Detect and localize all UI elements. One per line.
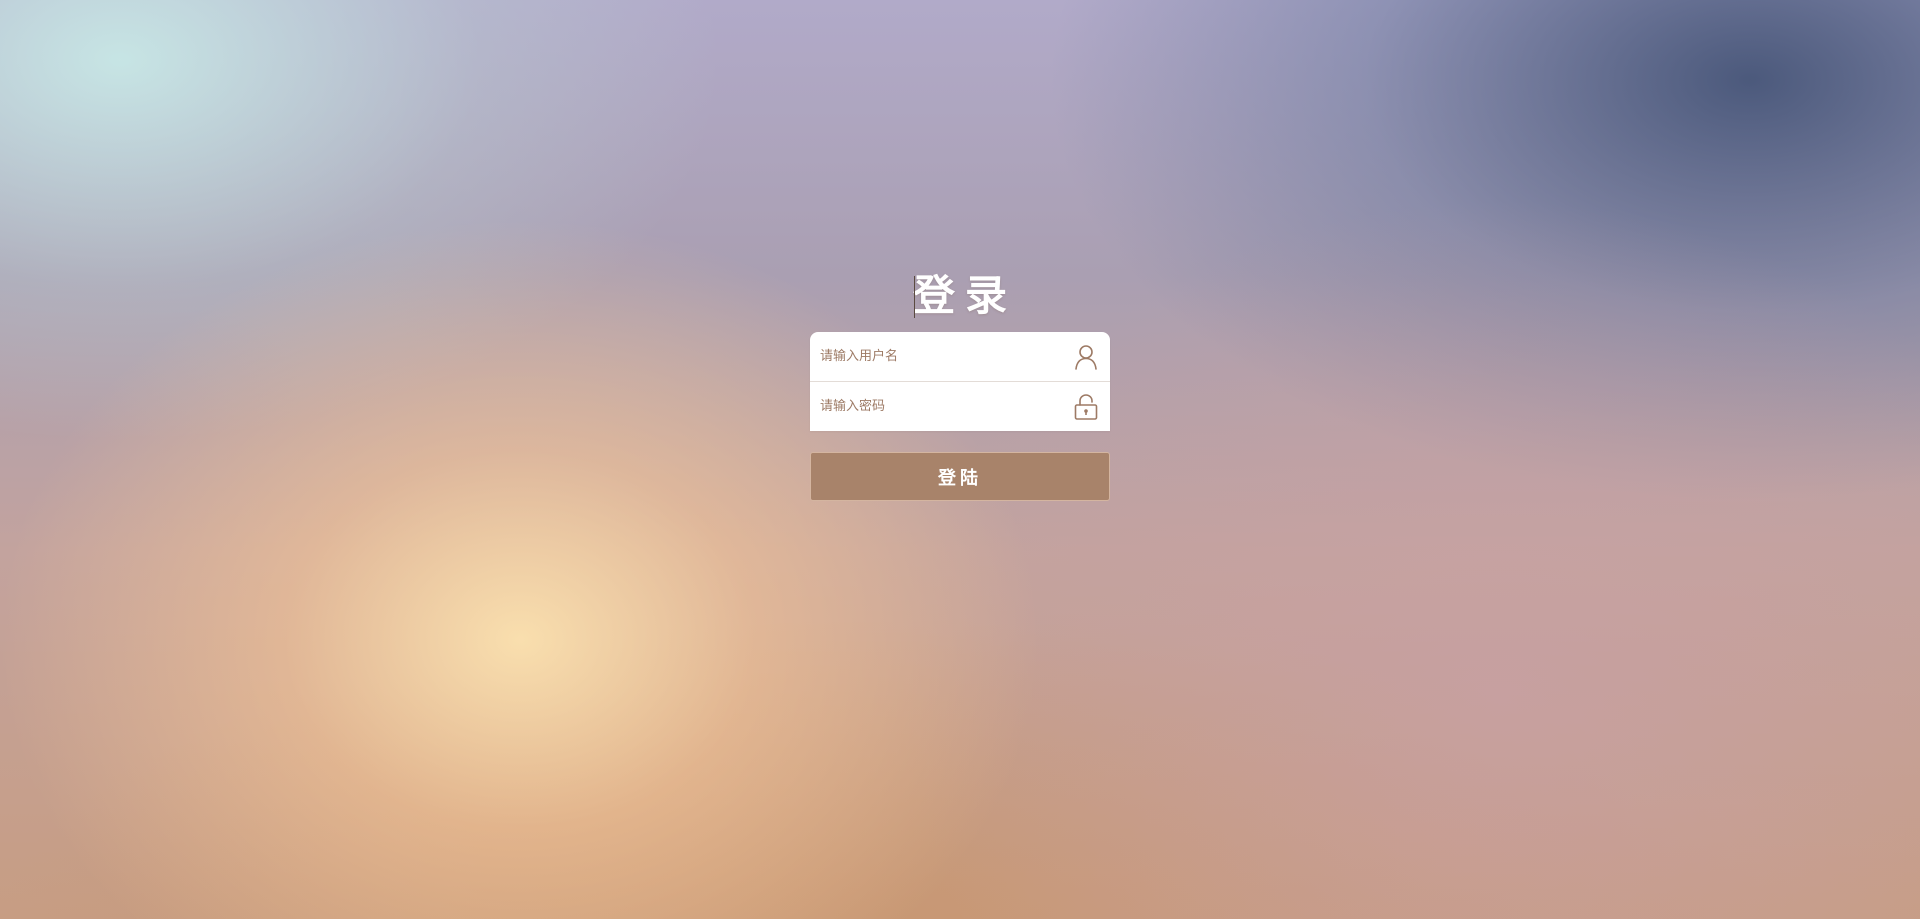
login-panel: 登录 登陆	[810, 268, 1110, 501]
user-icon	[1074, 343, 1098, 371]
login-form-fields	[810, 332, 1110, 431]
login-title: 登录	[912, 271, 1017, 320]
username-input[interactable]	[810, 332, 1060, 381]
username-field-row	[810, 332, 1110, 381]
password-input[interactable]	[810, 382, 1060, 431]
login-button[interactable]: 登陆	[810, 452, 1110, 501]
unlock-icon	[1074, 393, 1098, 421]
text-caret	[914, 276, 915, 318]
password-field-row	[810, 381, 1110, 431]
